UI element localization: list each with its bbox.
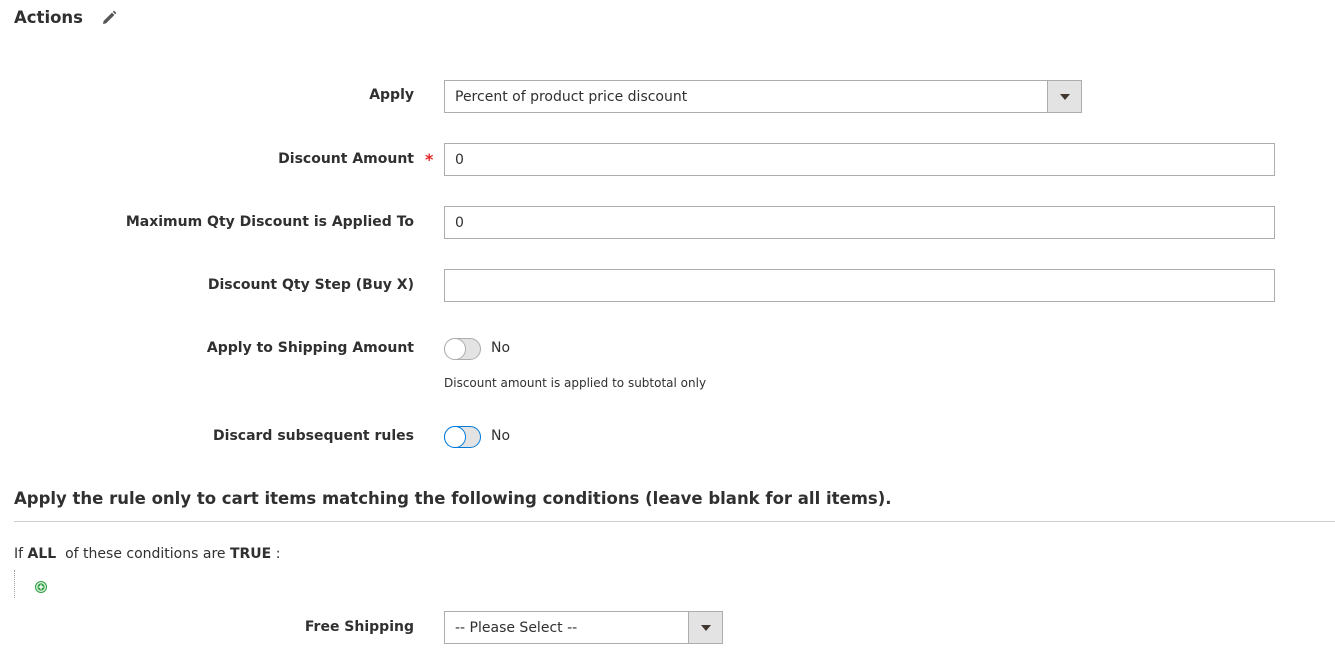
cart-price-rule-actions-panel: Actions Apply Percent of product price d…	[0, 0, 1335, 657]
conditions-tree-line	[14, 570, 16, 598]
caret-down-icon	[1047, 81, 1081, 112]
max-qty-label: Maximum Qty Discount is Applied To	[125, 214, 414, 230]
apply-shipping-toggle[interactable]	[444, 338, 481, 360]
conditions-heading: Apply the rule only to cart items matchi…	[14, 489, 892, 508]
apply-label: Apply	[369, 87, 414, 103]
discard-rules-toggle[interactable]	[444, 426, 481, 448]
toggle-knob	[444, 426, 466, 448]
pencil-icon[interactable]	[101, 10, 117, 26]
toggle-knob	[444, 338, 466, 360]
free-shipping-select-value: -- Please Select --	[455, 619, 578, 636]
caret-down-icon	[688, 612, 722, 643]
conditions-statement: If ALL of these conditions are TRUE :	[14, 546, 280, 562]
conditions-suffix: :	[275, 546, 281, 562]
qty-step-label: Discount Qty Step (Buy X)	[207, 277, 414, 293]
apply-select-value: Percent of product price discount	[455, 88, 688, 105]
add-condition-icon[interactable]	[35, 578, 47, 593]
aggregator-link[interactable]: ALL	[28, 546, 57, 562]
apply-shipping-note: Discount amount is applied to subtotal o…	[444, 376, 707, 390]
qty-step-input[interactable]	[444, 269, 1275, 302]
required-marker: *	[425, 150, 434, 169]
section-header: Actions	[14, 8, 117, 27]
section-title: Actions	[14, 8, 83, 27]
apply-shipping-label: Apply to Shipping Amount	[206, 340, 414, 356]
apply-select[interactable]: Percent of product price discount	[444, 80, 1082, 113]
section-divider	[14, 521, 1335, 522]
max-qty-input[interactable]	[444, 206, 1275, 239]
discount-amount-label: Discount Amount	[278, 151, 414, 167]
apply-shipping-state: No	[491, 340, 511, 356]
discount-amount-input[interactable]	[444, 143, 1275, 176]
value-link[interactable]: TRUE	[230, 546, 271, 562]
discard-rules-state: No	[491, 428, 511, 444]
discard-rules-label: Discard subsequent rules	[213, 428, 414, 444]
conditions-prefix: If	[14, 546, 24, 562]
free-shipping-label: Free Shipping	[304, 619, 414, 635]
conditions-middle: of these conditions are	[65, 546, 226, 562]
free-shipping-select[interactable]: -- Please Select --	[444, 611, 723, 644]
